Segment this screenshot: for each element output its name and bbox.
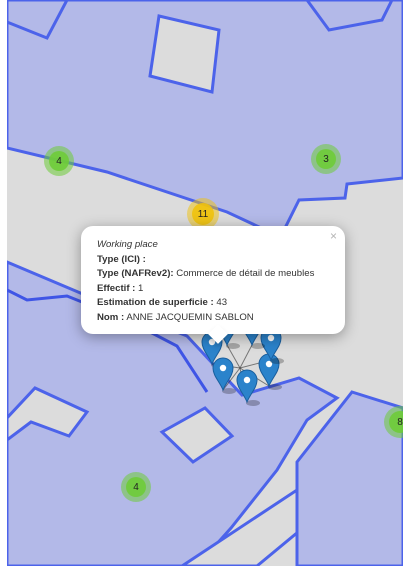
popup-field-label: Type (ICI) : bbox=[97, 253, 146, 265]
cluster-4-bottom-label: 4 bbox=[126, 477, 146, 497]
popup-field-label: Effectif : bbox=[97, 282, 136, 294]
cluster-3-right-label: 3 bbox=[316, 149, 336, 169]
close-icon[interactable]: × bbox=[330, 230, 337, 242]
info-popup: × Working place Type (ICI) : Type (NAFRe… bbox=[81, 226, 345, 344]
popup-title: Working place bbox=[97, 239, 158, 250]
popup-field-value: 43 bbox=[213, 297, 228, 308]
popup-field-value: Commerce de détail de meubles bbox=[173, 268, 315, 279]
cluster-8-edge-label: 8 bbox=[389, 411, 403, 433]
cluster-4-top-left[interactable]: 4 bbox=[44, 146, 74, 176]
popup-field-label: Nom : bbox=[97, 311, 125, 323]
popup-field-label: Estimation de superficie : bbox=[97, 297, 214, 308]
popup-field-effectif: Effectif : 1 bbox=[97, 282, 335, 297]
popup-field-nom: Nom : ANNE JACQUEMIN SABLON bbox=[97, 311, 335, 326]
popup-field-superficie: Estimation de superficie : 43 bbox=[97, 296, 335, 311]
popup-field-type-naf: Type (NAFRev2): Commerce de détail de me… bbox=[97, 267, 335, 282]
popup-field-value: 1 bbox=[135, 282, 144, 294]
cluster-11-center-label: 11 bbox=[192, 203, 214, 225]
spider-leg bbox=[239, 344, 253, 369]
cluster-4-bottom[interactable]: 4 bbox=[121, 472, 151, 502]
popup-field-label: Type (NAFRev2): bbox=[97, 268, 174, 279]
cluster-4-top-left-label: 4 bbox=[49, 151, 69, 171]
popup-field-type-ici: Type (ICI) : bbox=[97, 253, 335, 268]
popup-field-value: ANNE JACQUEMIN SABLON bbox=[124, 311, 254, 323]
cluster-3-right[interactable]: 3 bbox=[311, 144, 341, 174]
